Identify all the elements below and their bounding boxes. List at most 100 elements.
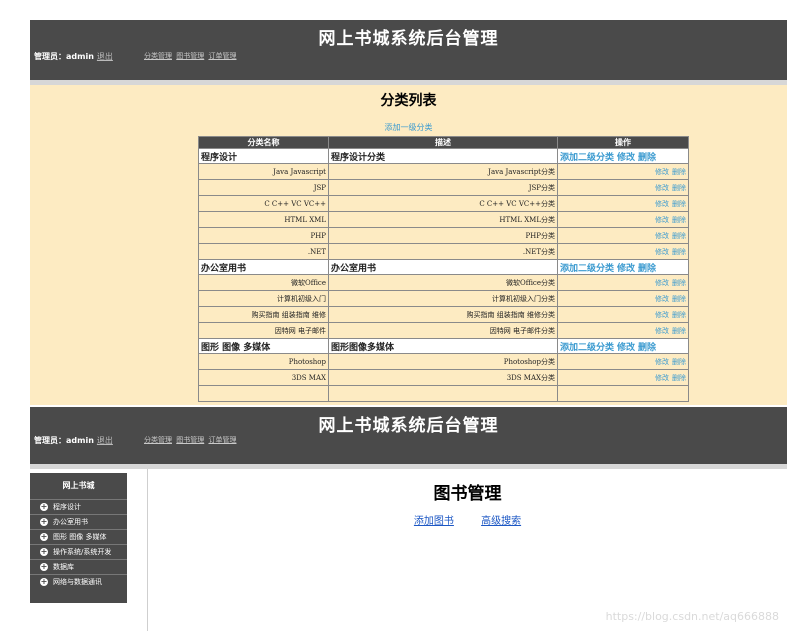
edit-link[interactable]: 修改 <box>655 279 669 287</box>
edit-link[interactable]: 修改 <box>617 343 635 353</box>
col-ops-header: 操作 <box>557 136 689 149</box>
delete-link[interactable]: 删除 <box>672 327 686 335</box>
empty-cell <box>328 385 558 402</box>
subcategory-name: 计算机初级入门 <box>198 290 329 307</box>
table-row-child: 微软Office 微软Office分类 修改 删除 <box>198 274 689 291</box>
page-title: 分类列表 <box>380 93 437 109</box>
delete-link[interactable]: 删除 <box>672 374 686 382</box>
col-name-header: 分类名称 <box>198 136 329 149</box>
delete-link[interactable]: 删除 <box>672 279 686 287</box>
category-ops: 添加二级分类 修改 删除 <box>557 259 689 275</box>
category-name: 程序设计 <box>198 148 329 164</box>
delete-link[interactable]: 删除 <box>638 153 656 163</box>
add-top-category-link[interactable]: 添加一级分类 <box>30 122 787 133</box>
table-row-child: 3DS MAX 3DS MAX分类 修改 删除 <box>198 369 689 386</box>
delete-link[interactable]: 删除 <box>672 311 686 319</box>
delete-link[interactable]: 删除 <box>672 168 686 176</box>
subcategory-desc: 购买指南 组装指南 维修分类 <box>328 306 558 323</box>
add-book-link[interactable]: 添加图书 <box>414 516 454 527</box>
delete-link[interactable]: 删除 <box>672 216 686 224</box>
header-divider <box>30 80 787 85</box>
plus-icon: + <box>40 547 48 556</box>
sidebar-item-label: 程序设计 <box>53 503 81 511</box>
category-ops: 添加二级分类 修改 删除 <box>557 338 689 354</box>
delete-link[interactable]: 删除 <box>672 248 686 256</box>
action-links: 添加图书 高级搜索 <box>148 512 787 527</box>
subcategory-ops: 修改 删除 <box>557 290 689 307</box>
edit-link[interactable]: 修改 <box>655 232 669 240</box>
delete-link[interactable]: 删除 <box>672 200 686 208</box>
subcategory-ops: 修改 删除 <box>557 211 689 228</box>
edit-link[interactable]: 修改 <box>655 327 669 335</box>
nav-order-manage[interactable]: 订单管理 <box>208 436 236 444</box>
sidebar-item-database[interactable]: + 数据库 <box>30 559 127 574</box>
subcategory-desc: Java Javascript分类 <box>328 163 558 180</box>
edit-link[interactable]: 修改 <box>655 311 669 319</box>
subcategory-desc: 3DS MAX分类 <box>328 369 558 386</box>
watermark: https://blog.csdn.net/aq666888 <box>605 610 779 623</box>
subcategory-name: HTML XML <box>198 211 329 228</box>
header: 网上书城系统后台管理 管理员：admin 退出 分类管理 图书管理 订单管理 <box>30 407 787 464</box>
logout-link[interactable]: 退出 <box>97 436 113 445</box>
edit-link[interactable]: 修改 <box>617 153 635 163</box>
plus-icon: + <box>40 502 48 511</box>
table-row-child: JSP JSP分类 修改 删除 <box>198 179 689 196</box>
add-sub-category-link[interactable]: 添加二级分类 <box>560 153 614 163</box>
edit-link[interactable]: 修改 <box>655 374 669 382</box>
nav-book-manage[interactable]: 图书管理 <box>176 52 204 60</box>
sidebar-item-office[interactable]: + 办公室用书 <box>30 514 127 529</box>
edit-link[interactable]: 修改 <box>655 295 669 303</box>
subcategory-desc: 因特网 电子邮件分类 <box>328 322 558 339</box>
table-row-child: PHP PHP分类 修改 删除 <box>198 227 689 244</box>
subcategory-desc: JSP分类 <box>328 179 558 196</box>
logout-link[interactable]: 退出 <box>97 52 113 61</box>
sidebar-item-programming[interactable]: + 程序设计 <box>30 499 127 514</box>
subcategory-ops: 修改 删除 <box>557 353 689 370</box>
header: 网上书城系统后台管理 管理员：admin 退出 分类管理 图书管理 订单管理 <box>30 20 787 80</box>
edit-link[interactable]: 修改 <box>655 358 669 366</box>
delete-link[interactable]: 删除 <box>638 264 656 274</box>
nav-category-manage[interactable]: 分类管理 <box>144 436 172 444</box>
advanced-search-link[interactable]: 高级搜索 <box>481 516 521 527</box>
delete-link[interactable]: 删除 <box>672 232 686 240</box>
sidebar-item-label: 网络与数据通讯 <box>53 578 102 586</box>
subcategory-desc: 微软Office分类 <box>328 274 558 291</box>
nav-category-manage[interactable]: 分类管理 <box>144 52 172 60</box>
nav-order-manage[interactable]: 订单管理 <box>208 52 236 60</box>
edit-link[interactable]: 修改 <box>655 184 669 192</box>
category-name: 图形 图像 多媒体 <box>198 338 329 354</box>
delete-link[interactable]: 删除 <box>672 358 686 366</box>
edit-link[interactable]: 修改 <box>617 264 635 274</box>
category-list-screen: 网上书城系统后台管理 管理员：admin 退出 分类管理 图书管理 订单管理 分类… <box>30 20 787 405</box>
add-sub-category-link[interactable]: 添加二级分类 <box>560 343 614 353</box>
admin-label: 管理员：admin <box>34 436 94 445</box>
sidebar-item-multimedia[interactable]: + 图形 图像 多媒体 <box>30 529 127 544</box>
subcategory-name: PHP <box>198 227 329 244</box>
category-desc: 图形图像多媒体 <box>328 338 558 354</box>
delete-link[interactable]: 删除 <box>672 295 686 303</box>
sidebar-footer <box>30 589 127 603</box>
subcategory-name: 3DS MAX <box>198 369 329 386</box>
delete-link[interactable]: 删除 <box>638 343 656 353</box>
category-table: 分类名称 描述 操作 程序设计 程序设计分类 添加二级分类 修改 删除 Java Java… <box>198 136 689 402</box>
edit-link[interactable]: 修改 <box>655 216 669 224</box>
sidebar-item-network[interactable]: + 网络与数据通讯 <box>30 574 127 589</box>
table-row-parent: 办公室用书 办公室用书 添加二级分类 修改 删除 <box>198 259 689 275</box>
edit-link[interactable]: 修改 <box>655 248 669 256</box>
delete-link[interactable]: 删除 <box>672 184 686 192</box>
subcategory-name: C C++ VC VC++ <box>198 195 329 212</box>
subcategory-name: 因特网 电子邮件 <box>198 322 329 339</box>
edit-link[interactable]: 修改 <box>655 200 669 208</box>
table-row-child <box>198 385 689 402</box>
col-desc-header: 描述 <box>328 136 558 149</box>
plus-icon: + <box>40 532 48 541</box>
category-ops: 添加二级分类 修改 删除 <box>557 148 689 164</box>
table-row-parent: 程序设计 程序设计分类 添加二级分类 修改 删除 <box>198 148 689 164</box>
category-desc: 程序设计分类 <box>328 148 558 164</box>
sidebar-item-label: 数据库 <box>53 563 74 571</box>
table-row-child: 计算机初级入门 计算机初级入门分类 修改 删除 <box>198 290 689 307</box>
sidebar-item-os[interactable]: + 操作系统/系统开发 <box>30 544 127 559</box>
edit-link[interactable]: 修改 <box>655 168 669 176</box>
add-sub-category-link[interactable]: 添加二级分类 <box>560 264 614 274</box>
nav-book-manage[interactable]: 图书管理 <box>176 436 204 444</box>
